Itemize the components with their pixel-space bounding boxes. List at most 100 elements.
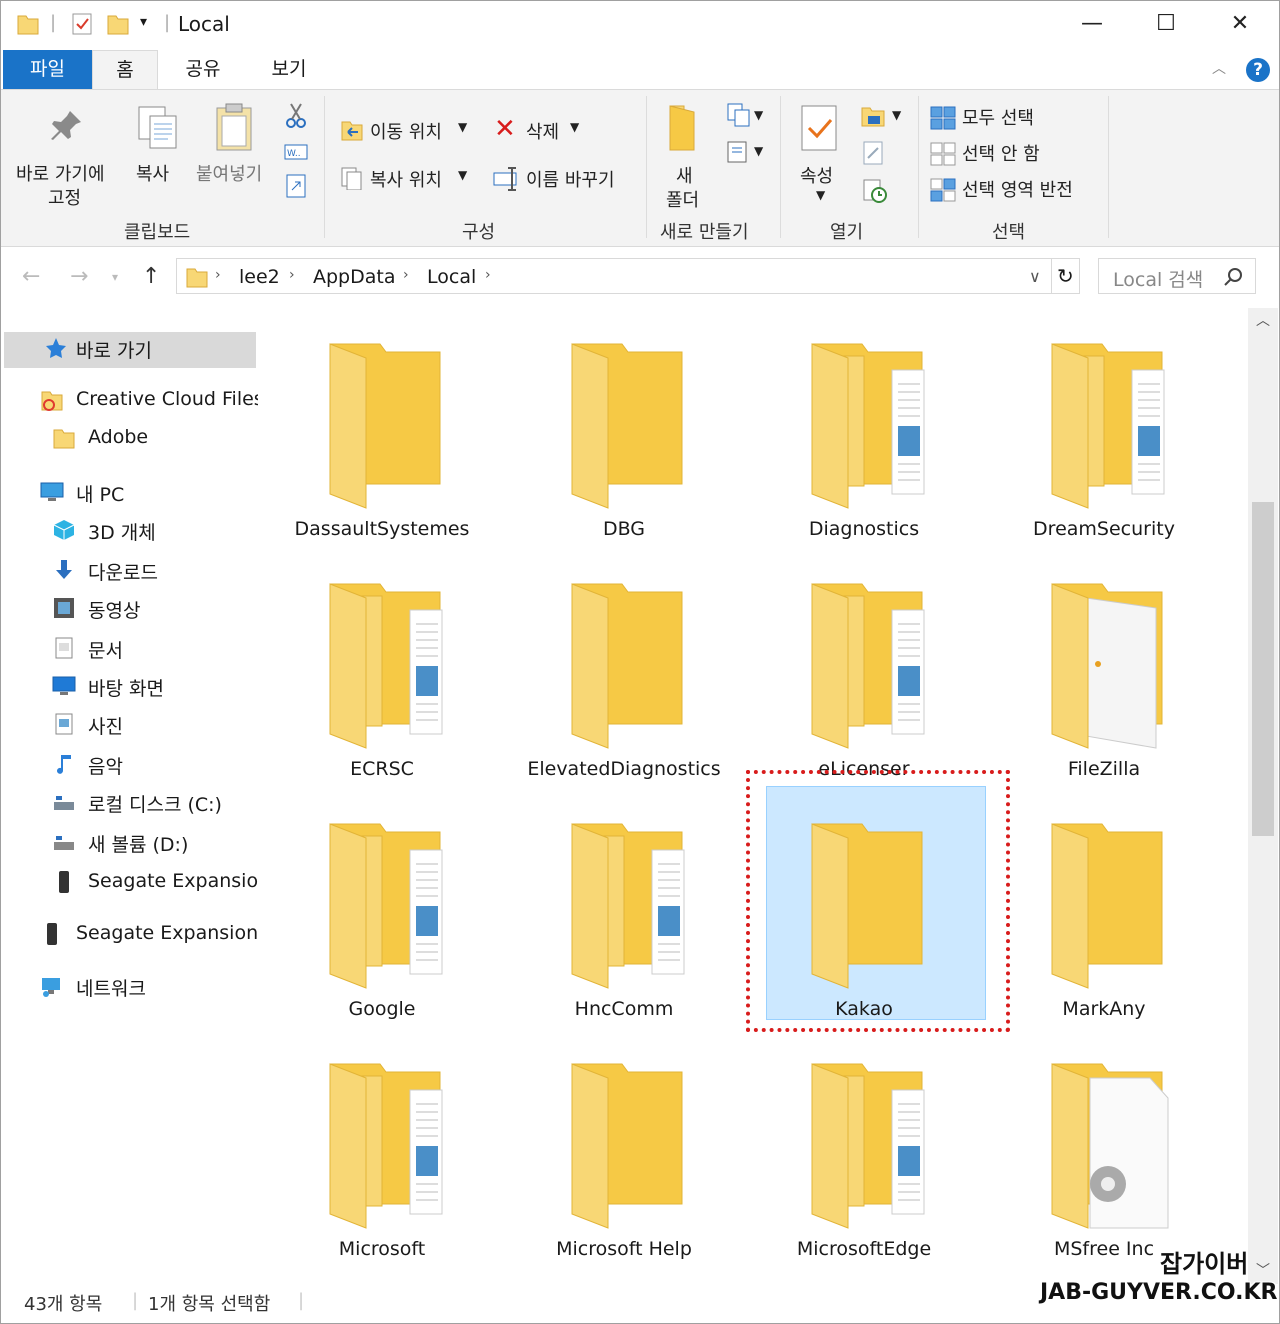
folder-item[interactable]: Microsoft [262,1032,502,1270]
sidebar-item[interactable]: Adobe [52,422,258,458]
tab-view[interactable]: 보기 [254,50,324,90]
breadcrumb-appdata[interactable]: AppData [313,266,396,288]
sidebar-item[interactable]: 네트워크 [40,970,258,1006]
new-folder-icon[interactable] [106,12,130,36]
new-folder-button[interactable]: 새 [676,162,693,188]
folder-item[interactable]: HncComm [504,792,744,1030]
breadcrumb-lee2[interactable]: lee2 [239,266,280,288]
sidebar-item[interactable]: 3D 개체 [52,514,258,550]
copy-button[interactable]: 복사 [136,160,169,186]
rename-button[interactable]: 이름 바꾸기 [526,166,615,192]
cut-icon[interactable] [284,102,308,130]
folder-item[interactable]: DreamSecurity [984,312,1224,550]
sidebar-item[interactable]: 내 PC [40,476,258,512]
close-button[interactable]: ✕ [1214,6,1266,42]
back-icon[interactable]: ← [22,264,40,289]
sidebar-item[interactable]: 사진 [52,708,258,744]
scroll-up-icon[interactable]: ︿ [1256,310,1270,330]
scroll-down-icon[interactable]: ﹀ [1256,1260,1270,1280]
folder-item[interactable]: Diagnostics [744,312,984,550]
chevron-down-icon[interactable]: ▼ [816,188,825,202]
folder-icon [566,334,706,518]
easy-access-icon[interactable] [726,138,752,164]
properties-check-icon[interactable] [70,12,94,36]
folder-item[interactable]: FileZilla [984,552,1224,790]
creative-cloud-icon [40,388,66,414]
edit-icon[interactable] [862,140,886,166]
maximize-button[interactable]: ☐ [1140,6,1192,42]
chevron-down-icon[interactable]: ▼ [458,120,467,134]
scrollbar-thumb[interactable] [1252,502,1274,836]
folder-item[interactable]: MSfree Inc [984,1032,1224,1270]
folder-item[interactable]: MarkAny [984,792,1224,1030]
sidebar-item[interactable]: 바로 가기 [4,332,256,368]
breadcrumb-local[interactable]: Local [427,266,476,288]
paste-shortcut-icon[interactable] [286,174,306,198]
clipboard-group-label: 클립보드 [124,222,191,243]
forward-icon[interactable]: → [70,264,88,289]
vertical-scrollbar[interactable]: ︿ ﹀ [1248,308,1278,1284]
new-item-icon[interactable] [726,102,752,128]
chevron-down-icon[interactable]: ▼ [570,120,579,134]
tab-file[interactable]: 파일 [3,50,92,90]
open-icon[interactable] [860,104,888,128]
search-input[interactable]: Local 검색 [1098,258,1256,294]
folder-item[interactable]: DBG [504,312,744,550]
svg-text:W..: W.. [287,149,301,159]
folder-icon [324,574,464,758]
sidebar-item[interactable]: 새 볼륨 (D:) [52,826,258,862]
chevron-down-icon[interactable]: ▼ [892,108,901,122]
sidebar-item[interactable]: 바탕 화면 [52,670,258,706]
address-history-icon[interactable]: ∨ [1029,267,1041,286]
help-icon[interactable]: ? [1246,58,1270,82]
tab-share[interactable]: 공유 [170,50,236,90]
sidebar-item[interactable]: Seagate Expansion [52,866,258,902]
folder-item[interactable]: eLicenser [744,552,984,790]
folder-item[interactable]: ECRSC [262,552,502,790]
sidebar-item[interactable]: Creative Cloud Files [40,384,258,420]
sidebar-item[interactable]: 로컬 디스크 (C:) [52,786,258,822]
sidebar-item[interactable]: 문서 [52,632,258,668]
pictures-icon [52,712,78,738]
paste-button[interactable]: 붙여넣기 [196,160,262,186]
tab-home[interactable]: 홈 [92,50,158,90]
minimize-button[interactable]: — [1066,6,1118,42]
properties-button[interactable]: 속성 [800,162,833,188]
chevron-down-icon[interactable]: ▼ [754,108,763,122]
breadcrumb-separator[interactable]: › [215,267,221,283]
move-to-button[interactable]: 이동 위치 [370,118,442,144]
sidebar-item[interactable]: 동영상 [52,592,258,628]
copy-to-button[interactable]: 복사 위치 [370,166,442,192]
folder-icon [1046,1054,1186,1238]
invert-selection-button[interactable]: 선택 영역 반전 [962,176,1073,202]
delete-button[interactable]: 삭제 [526,118,559,144]
collapse-ribbon-icon[interactable]: ︿ [1212,58,1226,78]
pin-quick-access-button[interactable]: 바로 가기에 [16,160,105,186]
folder-item[interactable]: Google [262,792,502,1030]
breadcrumb-separator[interactable]: › [485,267,491,283]
up-icon[interactable]: ↑ [142,264,160,289]
folder-item[interactable]: MicrosoftEdge [744,1032,984,1270]
breadcrumb-separator[interactable]: › [289,267,295,283]
recent-locations-icon[interactable]: ▾ [112,270,118,284]
select-all-button[interactable]: 모두 선택 [962,104,1034,130]
sidebar-item[interactable]: 음악 [52,748,258,784]
address-bar[interactable]: › lee2 › AppData › Local › ∨ ↻ [176,258,1080,294]
folder-item[interactable]: ElevatedDiagnostics [504,552,744,790]
customize-qat-icon[interactable]: ▾ [140,14,147,30]
copy-path-icon[interactable]: W.. [284,144,308,160]
breadcrumb-separator[interactable]: › [403,267,409,283]
chevron-down-icon[interactable]: ▼ [754,144,763,158]
sidebar-item-label: 문서 [88,640,123,662]
sidebar-item[interactable]: Seagate Expansion D [40,918,258,954]
folder-item[interactable]: Microsoft Help [504,1032,744,1270]
history-icon[interactable] [862,178,888,204]
chevron-down-icon[interactable]: ▼ [458,168,467,182]
sidebar-item[interactable]: 다운로드 [52,554,258,590]
sidebar-item-label: 바탕 화면 [88,678,164,700]
refresh-icon[interactable]: ↻ [1057,264,1074,288]
folder-item[interactable]: DassaultSystemes [262,312,502,550]
select-none-button[interactable]: 선택 안 함 [962,140,1040,166]
group-divider [918,96,919,238]
search-icon[interactable] [1223,267,1243,287]
